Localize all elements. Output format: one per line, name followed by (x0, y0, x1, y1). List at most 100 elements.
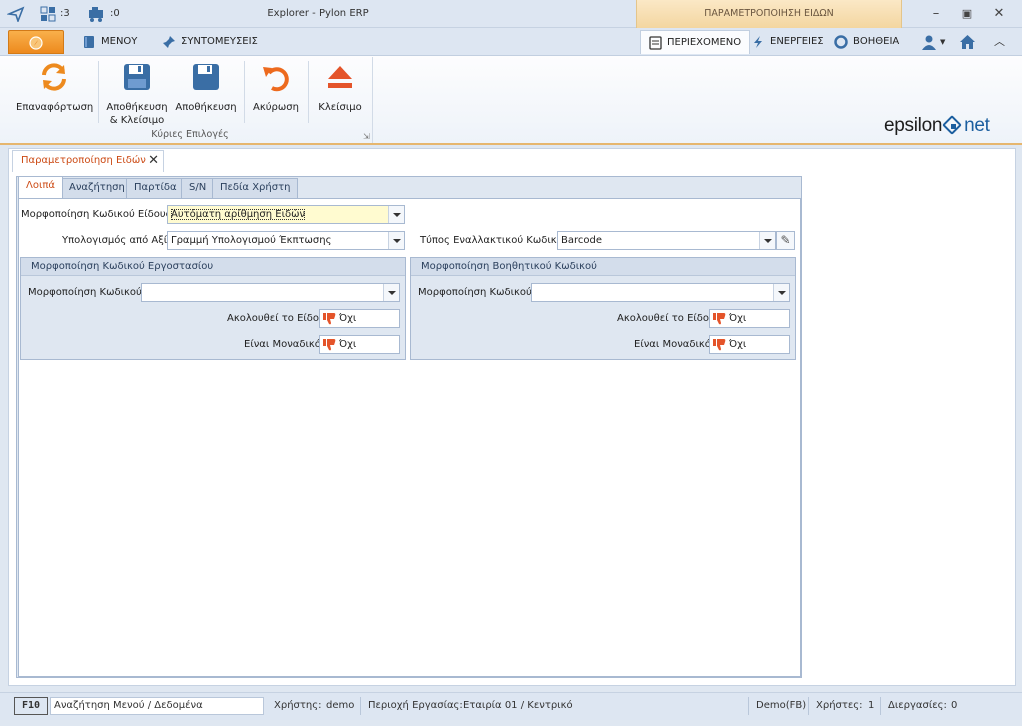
save-close-button[interactable]: Αποθήκευση & Κλείσιμο (104, 61, 170, 127)
tasks-icon (89, 7, 103, 22)
factory-code-format-select[interactable] (141, 283, 400, 302)
auxiliary-code-group: Μορφοποίηση Βοηθητικού Κωδικού Μορφοποίη… (410, 257, 796, 360)
tab-shortcuts-label: ΣΥΝΤΟΜΕΥΣΕΙΣ (181, 36, 258, 47)
save-label: Αποθήκευση (175, 102, 237, 113)
document-icon (649, 35, 662, 50)
alt-code-type-select[interactable]: Barcode (557, 231, 776, 250)
save-close-icon (124, 64, 150, 90)
refresh-icon (42, 63, 66, 91)
close-label: Κλείσιμο (318, 102, 362, 113)
tab-help[interactable]: ΒΟΗΘΕΙΑ (826, 30, 907, 54)
tab-content[interactable]: ΠΕΡΙΕΧΟΜΕΝΟ (640, 30, 751, 54)
lightning-icon (754, 36, 762, 48)
code-format-label: Μορφοποίηση Κωδικού Είδους (21, 209, 172, 220)
work-area-value: Εταιρία 01 / Κεντρικό (463, 700, 573, 711)
ribbon-separator (308, 61, 309, 123)
file-button[interactable] (8, 30, 64, 54)
dropdown-arrow-icon[interactable] (388, 206, 404, 223)
save-icon (193, 64, 219, 90)
factory-unique-toggle[interactable]: Όχι (319, 335, 400, 354)
auxiliary-follows-item-label: Ακολουθεί το Είδος (617, 313, 715, 324)
user-menu-button[interactable]: ▼ (921, 34, 945, 50)
menu-search-input[interactable]: Αναζήτηση Μενού / Δεδομένα (50, 697, 264, 715)
tab-help-label: ΒΟΗΘΕΙΑ (853, 36, 900, 47)
status-separator (360, 697, 361, 715)
thumbs-down-icon (323, 312, 336, 324)
windows-icon (40, 6, 56, 22)
tab-shortcuts[interactable]: ΣΥΝΤΟΜΕΥΣΕΙΣ (154, 30, 266, 54)
factory-code-group: Μορφοποίηση Κωδικού Εργοστασίου Μορφοποί… (20, 257, 406, 360)
collapse-ribbon-button[interactable]: ︿ (994, 34, 1005, 50)
factory-follows-item-toggle[interactable]: Όχι (319, 309, 400, 328)
users-value: 1 (868, 700, 875, 711)
eject-icon (328, 66, 352, 88)
factory-follows-item-label: Ακολουθεί το Είδος (227, 313, 325, 324)
code-format-select[interactable]: Αυτόματη αρίθμηση Ειδών (167, 205, 405, 224)
save-close-label-1: Αποθήκευση (106, 102, 168, 113)
tab-actions[interactable]: ΕΝΕΡΓΕΙΕΣ (743, 30, 832, 54)
restore-button[interactable]: ▣ (958, 6, 976, 22)
auxiliary-follows-item-toggle[interactable]: Όχι (709, 309, 790, 328)
refresh-label: Επαναφόρτωση (16, 102, 94, 113)
close-button[interactable]: Κλείσιμο (314, 61, 366, 114)
open-windows-indicator[interactable]: :3 (40, 6, 70, 22)
thumbs-down-icon (323, 338, 336, 350)
users-label: Χρήστες: (816, 700, 863, 711)
tasks-count: :0 (110, 8, 120, 19)
logo-mark-icon (942, 115, 963, 135)
windows-count: :3 (60, 8, 70, 19)
tab-serial-numbers[interactable]: S/N (181, 178, 215, 198)
close-document-tab-icon[interactable]: ✕ (148, 151, 159, 171)
tab-search[interactable]: Αναζήτηση (61, 178, 133, 198)
context-tab-header: ΠΑΡΑΜΕΤΡΟΠΟΙΗΣΗ ΕΙΔΩΝ (636, 0, 902, 28)
close-window-button[interactable]: ✕ (990, 6, 1008, 22)
ribbon-group-label: Κύριες Επιλογές (151, 129, 229, 140)
save-close-label-2: & Κλείσιμο (109, 115, 165, 126)
auxiliary-code-group-title: Μορφοποίηση Βοηθητικού Κωδικού (411, 258, 795, 276)
book-icon (84, 36, 94, 48)
dropdown-arrow-icon[interactable] (759, 232, 775, 249)
app-menu-icon[interactable] (6, 6, 25, 24)
tab-misc[interactable]: Λοιπά (18, 176, 63, 198)
undo-icon (263, 67, 289, 92)
auxiliary-code-format-select[interactable] (531, 283, 790, 302)
home-button[interactable] (959, 34, 976, 50)
dropdown-arrow-icon[interactable] (383, 284, 399, 301)
tab-menu[interactable]: ΜΕΝΟΥ (74, 30, 145, 54)
processes-value: 0 (951, 700, 958, 711)
dropdown-arrow-icon[interactable] (388, 232, 404, 249)
auxiliary-code-format-label: Μορφοποίηση Κωδικού (418, 287, 532, 298)
refresh-button[interactable]: Επαναφόρτωση (16, 61, 94, 114)
status-separator (880, 697, 881, 715)
tab-menu-label: ΜΕΝΟΥ (101, 36, 138, 47)
dropdown-arrow-icon[interactable] (773, 284, 789, 301)
status-separator (748, 697, 749, 715)
cancel-label: Ακύρωση (253, 102, 299, 113)
factory-code-group-title: Μορφοποίηση Κωδικού Εργοστασίου (21, 258, 405, 276)
tasks-indicator[interactable]: :0 (88, 6, 120, 22)
auxiliary-unique-toggle[interactable]: Όχι (709, 335, 790, 354)
cancel-button[interactable]: Ακύρωση (248, 61, 304, 114)
compass-icon (29, 36, 43, 50)
document-tab[interactable]: Παραμετροποίηση Ειδών ✕ (12, 150, 164, 172)
calc-from-value-label: Υπολογισμός από Αξία (62, 235, 174, 246)
document-tab-title: Παραμετροποίηση Ειδών (21, 155, 146, 166)
thumbs-down-icon (713, 312, 726, 324)
factory-unique-label: Είναι Μοναδικό (244, 339, 321, 350)
save-button[interactable]: Αποθήκευση (174, 61, 238, 114)
edit-pencil-icon[interactable]: ✎ (776, 231, 795, 250)
auxiliary-unique-label: Είναι Μοναδικό (634, 339, 711, 350)
tab-user-fields[interactable]: Πεδία Χρήστη (212, 178, 299, 198)
alt-code-type-label: Τύπος Εναλλακτικού Κωδικού (420, 235, 569, 246)
ribbon-group-separator (372, 57, 373, 143)
database-name: Demo(FB) (756, 700, 807, 711)
group-launcher-icon[interactable]: ⇲ (363, 132, 370, 141)
lifebuoy-icon (834, 35, 848, 49)
factory-code-format-label: Μορφοποίηση Κωδικού (28, 287, 142, 298)
minimize-button[interactable]: – (927, 6, 945, 22)
user-label: Χρήστης: (274, 700, 322, 711)
pin-icon (163, 36, 175, 48)
f10-key-badge[interactable]: F10 (14, 697, 48, 715)
calc-from-value-select[interactable]: Γραμμή Υπολογισμού Έκπτωσης (167, 231, 405, 250)
tab-batch[interactable]: Παρτίδα (126, 178, 185, 198)
